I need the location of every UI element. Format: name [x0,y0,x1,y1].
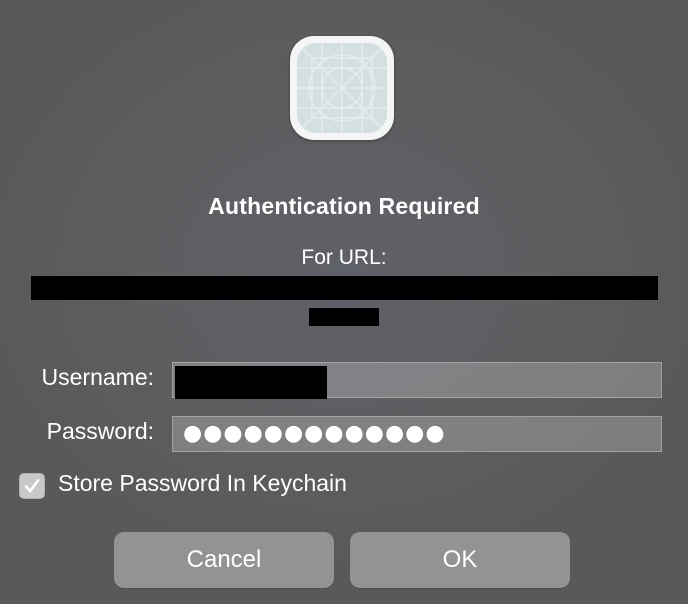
password-label: Password: [46,418,154,444]
dialog-title: Authentication Required [208,193,480,219]
ok-button[interactable]: OK [350,532,570,588]
store-password-checkbox[interactable] [19,473,45,499]
password-masked-value: ●●●●●●●●●●●●● [183,421,446,446]
redacted-url-line-1 [31,276,658,300]
for-url-label: For URL: [301,246,387,269]
authentication-dialog: Authentication Required For URL: Usernam… [0,0,688,604]
app-placeholder-icon [290,36,394,140]
redacted-url-line-2 [309,308,379,326]
redacted-username-value [175,366,327,399]
checkmark-icon [24,479,40,493]
password-field[interactable]: ●●●●●●●●●●●●● [172,416,662,452]
store-password-label[interactable]: Store Password In Keychain [58,470,347,497]
username-label: Username: [41,364,154,390]
cancel-button[interactable]: Cancel [114,532,334,588]
